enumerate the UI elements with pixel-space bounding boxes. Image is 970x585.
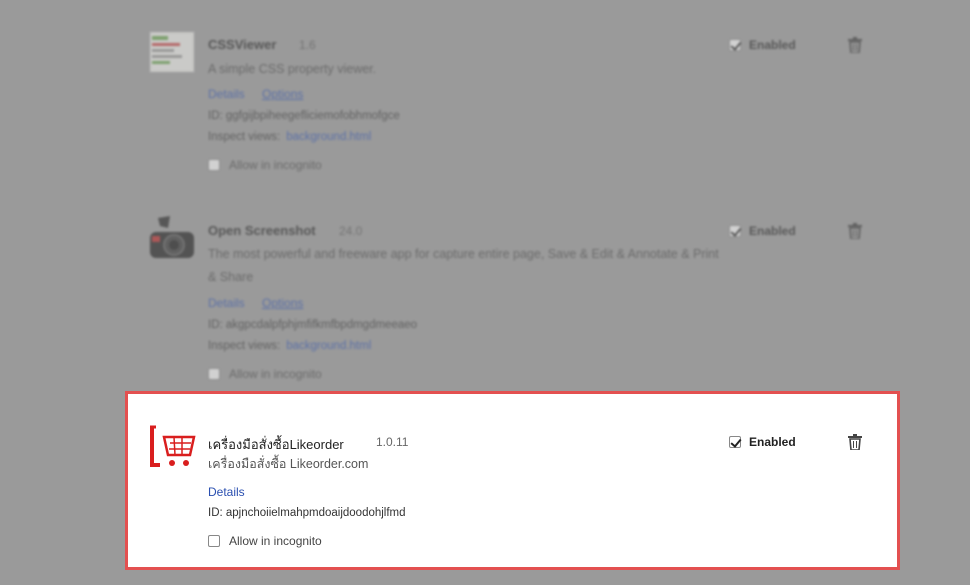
enabled-toggle[interactable]: Enabled	[729, 435, 796, 449]
extension-name: เครื่องมือสั่งซื้อLikeorder	[208, 437, 344, 452]
extension-item-open-screenshot: Open Screenshot 24.0 The most powerful a…	[0, 0, 970, 390]
details-link[interactable]: Details	[208, 296, 245, 310]
incognito-label: Allow in incognito	[229, 367, 322, 381]
allow-incognito[interactable]: Allow in incognito	[208, 534, 322, 548]
enabled-checkbox[interactable]	[729, 225, 741, 237]
extension-version: 1.0.11	[376, 435, 409, 449]
enabled-checkbox[interactable]	[729, 436, 741, 448]
enabled-label: Enabled	[749, 224, 796, 238]
shopping-cart-icon	[150, 425, 196, 467]
trash-icon[interactable]	[848, 434, 862, 450]
extension-id: ID: akgpcdalpfphjmfifkmfbpdmgdmeeaeo	[208, 319, 418, 331]
extension-version: 24.0	[339, 224, 363, 238]
trash-icon[interactable]	[848, 223, 862, 239]
details-link[interactable]: Details	[208, 485, 245, 499]
incognito-checkbox[interactable]	[208, 368, 220, 380]
extension-name: Open Screenshot	[208, 223, 316, 238]
enabled-toggle[interactable]: Enabled	[729, 224, 796, 238]
allow-incognito[interactable]: Allow in incognito	[208, 367, 322, 381]
inspect-views: Inspect views: background.html	[208, 340, 371, 352]
extension-item-likeorder: เครื่องมือสั่งซื้อLikeorder 1.0.11 เครื่…	[125, 391, 900, 570]
inspect-view-link[interactable]: background.html	[286, 340, 371, 352]
extension-description: The most powerful and freeware app for c…	[208, 247, 719, 284]
extension-description: เครื่องมือสั่งซื้อ Likeorder.com	[208, 457, 369, 471]
inspect-views-label: Inspect views:	[208, 340, 281, 352]
incognito-checkbox[interactable]	[208, 535, 220, 547]
incognito-label: Allow in incognito	[229, 534, 322, 548]
enabled-label: Enabled	[749, 435, 796, 449]
extension-id: ID: apjnchoiielmahpmdoaijdoodohjlfmd	[208, 507, 406, 519]
options-link[interactable]: Options	[262, 296, 303, 310]
camera-icon	[150, 216, 194, 258]
